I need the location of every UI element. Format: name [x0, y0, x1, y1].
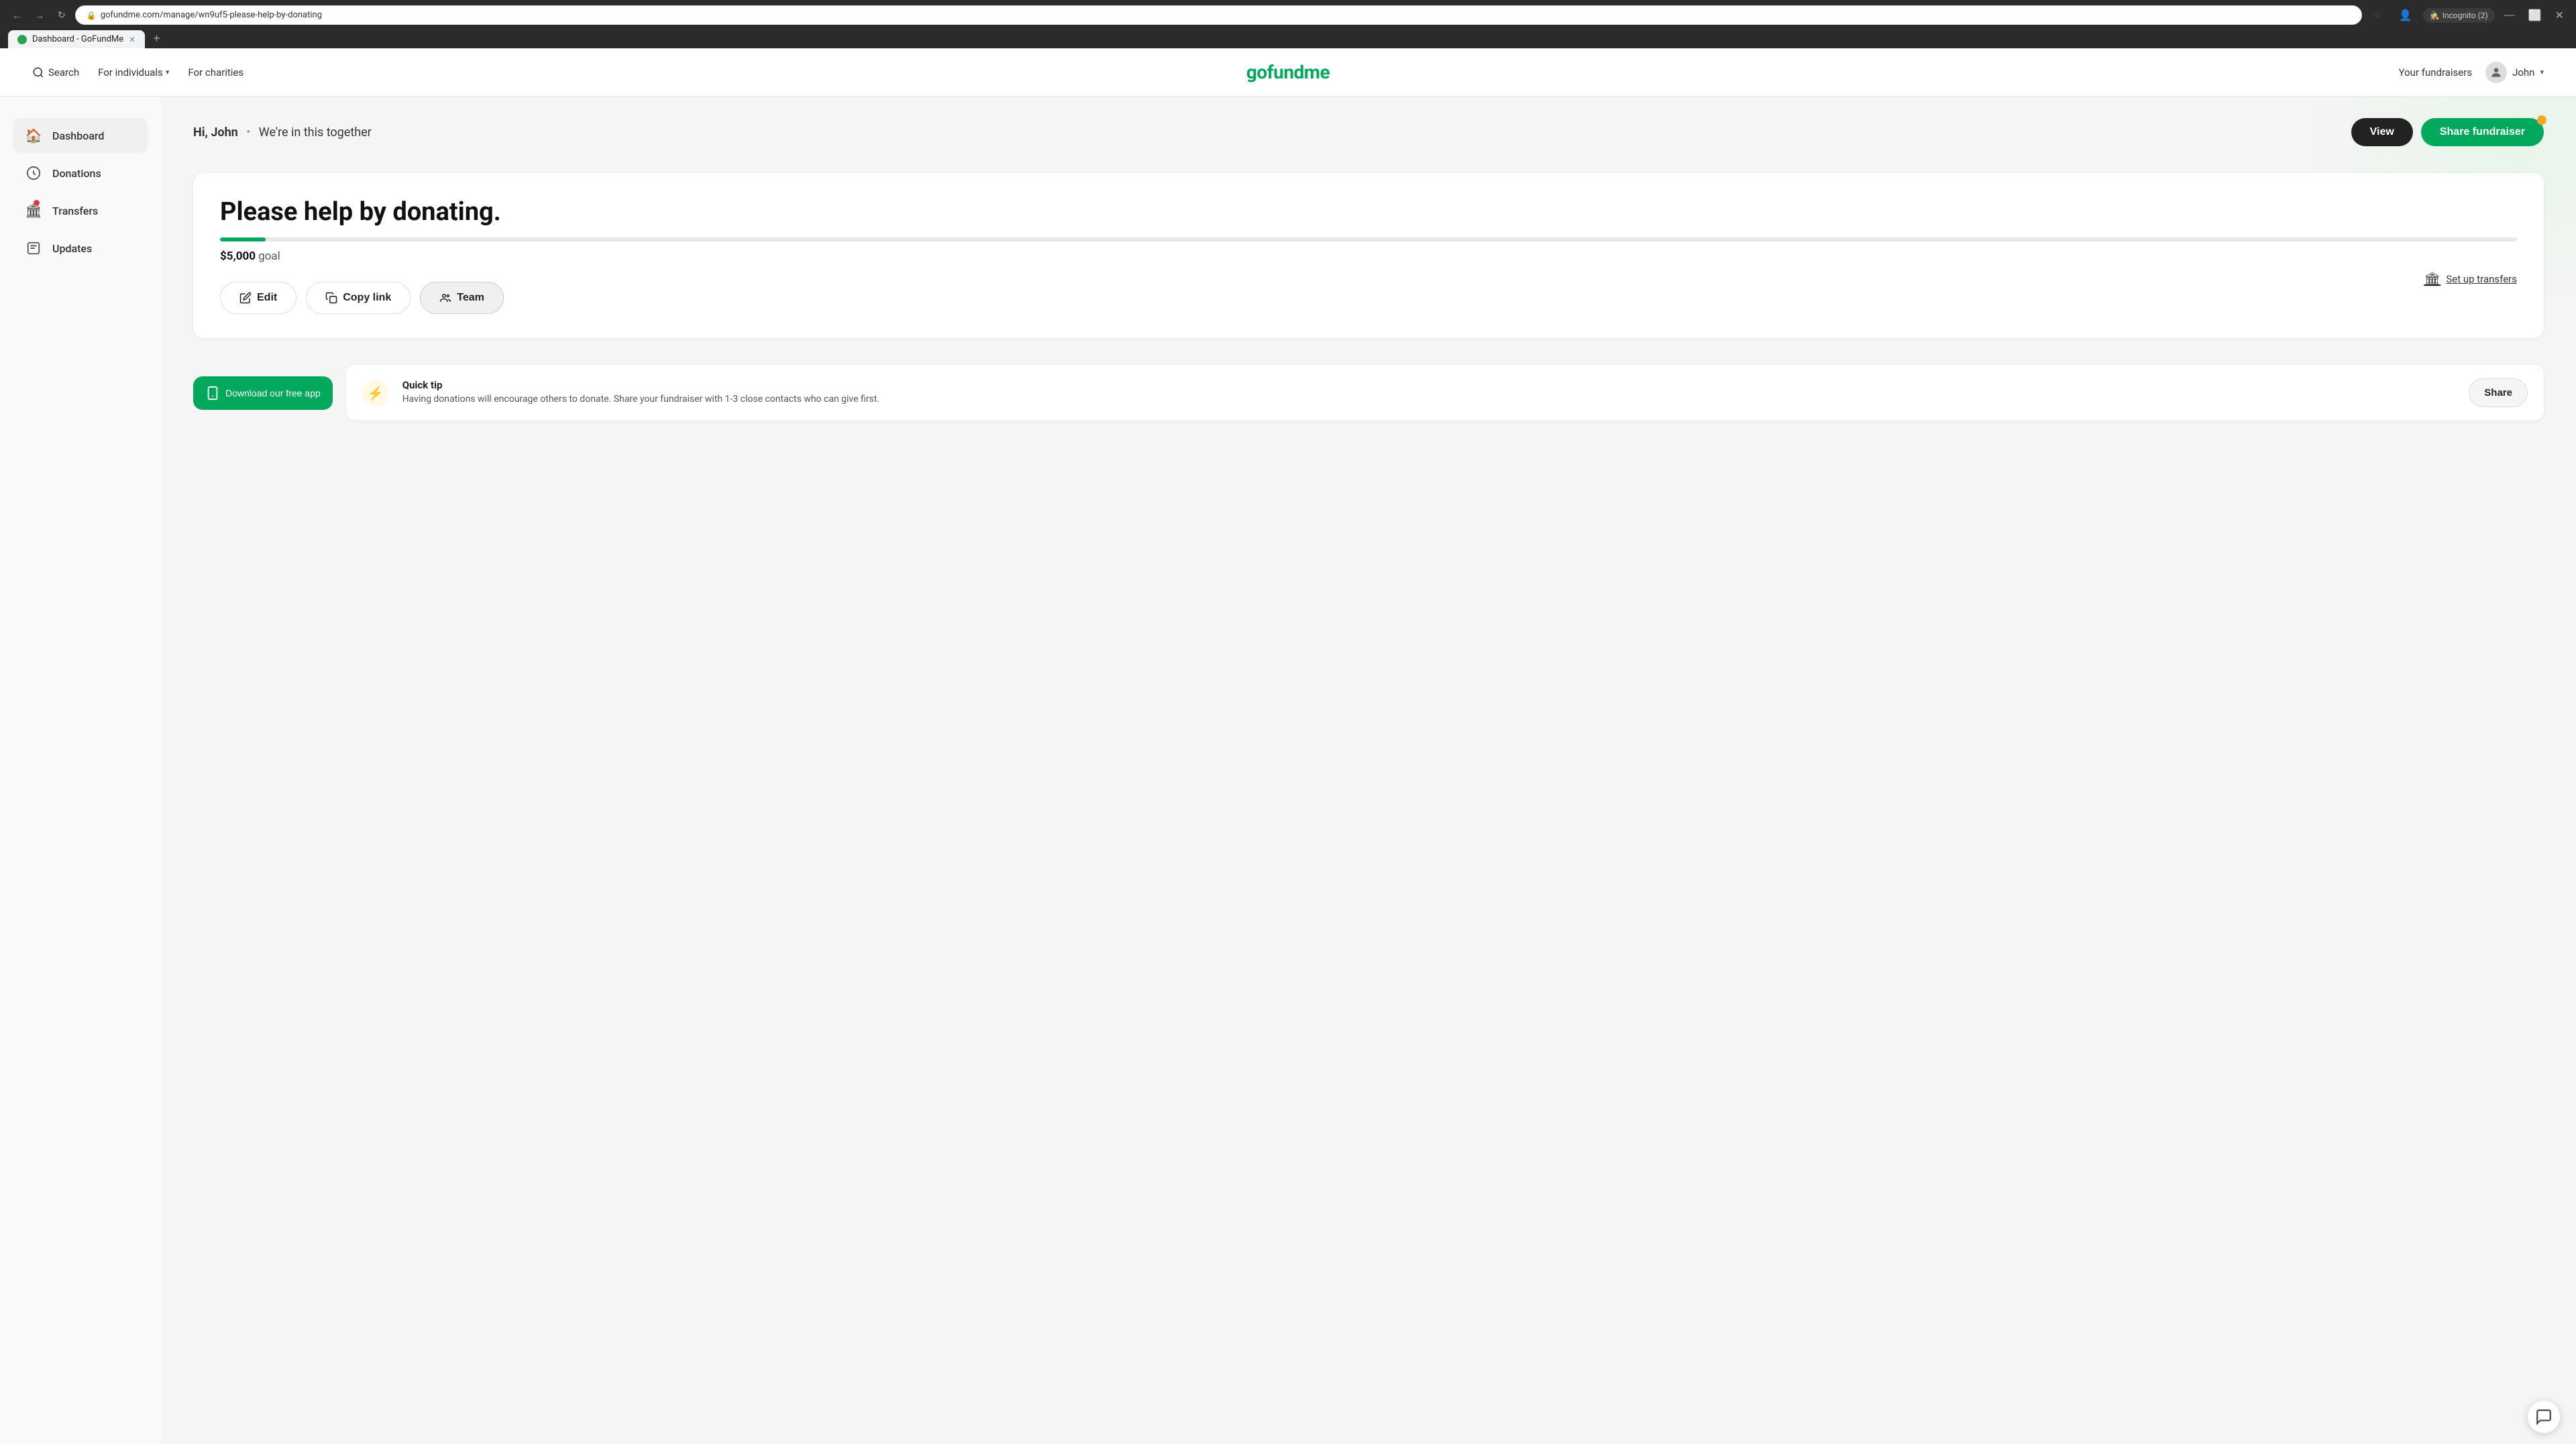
search-label: Search: [48, 66, 79, 78]
user-avatar: [2485, 62, 2507, 83]
goal-amount: $5,000: [220, 250, 256, 263]
quick-tip-text: Having donations will encourage others t…: [402, 392, 2456, 407]
user-menu-chevron-icon: ▾: [2540, 68, 2544, 76]
logo-container: gofundme: [1246, 61, 1330, 83]
sidebar: 🏠 Dashboard Donations 🏛 Transfers Update…: [0, 97, 161, 1444]
tab-favicon: [17, 35, 27, 44]
tip-icon: ⚡: [362, 380, 389, 407]
window-minimize-button[interactable]: —: [2500, 7, 2519, 24]
sidebar-item-updates[interactable]: Updates: [13, 231, 148, 266]
copy-icon: [325, 292, 337, 304]
content-area: Hi, John • We're in this together View S…: [161, 97, 2576, 1444]
incognito-label: Incognito (2): [2443, 11, 2488, 20]
goal-text: $5,000 goal: [220, 250, 2517, 263]
for-charities-label: For charities: [188, 66, 244, 78]
sidebar-item-transfers[interactable]: 🏛 Transfers: [13, 193, 148, 228]
window-close-button[interactable]: ✕: [2551, 6, 2568, 25]
tip-content: Quick tip Having donations will encourag…: [402, 379, 2456, 407]
set-up-transfers-link[interactable]: 🏛 Set up transfers: [2424, 271, 2517, 287]
edit-button[interactable]: Edit: [220, 282, 297, 314]
fundraiser-title: Please help by donating.: [220, 197, 2517, 227]
goal-label: goal: [258, 250, 280, 263]
set-up-transfers-label: Set up transfers: [2446, 273, 2517, 285]
quick-tip-card: ⚡ Quick tip Having donations will encour…: [346, 365, 2544, 421]
user-menu[interactable]: John ▾: [2485, 62, 2544, 83]
team-button[interactable]: Team: [420, 282, 504, 314]
browser-tab-bar: Dashboard - GoFundMe ✕ +: [8, 29, 2568, 48]
phone-icon: [205, 386, 220, 400]
sidebar-donations-label: Donations: [52, 167, 101, 180]
your-fundraisers-label: Your fundraisers: [2399, 66, 2473, 78]
your-fundraisers-link[interactable]: Your fundraisers: [2399, 66, 2473, 78]
url-bar[interactable]: 🔒 gofundme.com/manage/wn9uf5-please-help…: [75, 5, 2363, 25]
bank-icon: 🏛: [2424, 271, 2440, 287]
tab-close-button[interactable]: ✕: [129, 35, 136, 44]
donations-icon: [24, 164, 43, 182]
greeting-name: Hi, John: [193, 125, 238, 140]
download-app-label: Download our free app: [225, 388, 321, 398]
header-left: Search For individuals ▾ For charities: [32, 66, 244, 78]
bookmark-button[interactable]: ☆: [2367, 6, 2387, 25]
edit-label: Edit: [257, 292, 277, 304]
refresh-button[interactable]: ↻: [54, 7, 70, 23]
share-fundraiser-button[interactable]: Share fundraiser: [2421, 118, 2544, 146]
progress-bar-container: [220, 237, 2517, 241]
dashboard-icon: 🏠: [24, 126, 43, 145]
copy-link-button[interactable]: Copy link: [306, 282, 411, 314]
user-name-label: John: [2512, 66, 2534, 78]
back-button[interactable]: ←: [8, 7, 25, 23]
share-notification-dot: [2537, 115, 2546, 125]
view-button[interactable]: View: [2351, 118, 2413, 146]
fundraiser-card: Please help by donating. $5,000 goal Edi…: [193, 173, 2544, 338]
active-tab[interactable]: Dashboard - GoFundMe ✕: [8, 30, 145, 48]
download-app-button[interactable]: Download our free app: [193, 376, 333, 410]
sidebar-item-donations[interactable]: Donations: [13, 156, 148, 191]
tab-title: Dashboard - GoFundMe: [32, 34, 123, 44]
greeting-sub: We're in this together: [259, 125, 372, 140]
search-icon: [32, 66, 44, 78]
transfers-notification-dot: [34, 200, 40, 206]
search-link[interactable]: Search: [32, 66, 79, 78]
logo-text[interactable]: gofundme: [1246, 61, 1330, 83]
page-wrapper: Search For individuals ▾ For charities g…: [0, 48, 2576, 1444]
profile-button[interactable]: 👤: [2394, 6, 2418, 25]
sidebar-dashboard-label: Dashboard: [52, 129, 104, 142]
for-individuals-chevron-icon: ▾: [166, 68, 170, 76]
dashboard-header: Hi, John • We're in this together View S…: [193, 118, 2544, 146]
updates-icon: [24, 239, 43, 258]
for-charities-link[interactable]: For charities: [188, 66, 244, 78]
browser-chrome: ← → ↻ 🔒 gofundme.com/manage/wn9uf5-pleas…: [0, 0, 2576, 48]
sidebar-updates-label: Updates: [52, 242, 92, 255]
share-fundraiser-label: Share fundraiser: [2440, 126, 2525, 138]
main-content: 🏠 Dashboard Donations 🏛 Transfers Update…: [0, 97, 2576, 1444]
chat-icon: [2535, 1408, 2553, 1426]
greeting-text: Hi, John • We're in this together: [193, 125, 372, 140]
share-tip-button[interactable]: Share: [2469, 378, 2528, 407]
browser-controls: ← → ↻ 🔒 gofundme.com/manage/wn9uf5-pleas…: [8, 5, 2568, 25]
bottom-section: Download our free app ⚡ Quick tip Having…: [193, 365, 2544, 421]
sidebar-item-dashboard[interactable]: 🏠 Dashboard: [13, 118, 148, 153]
site-header: Search For individuals ▾ For charities g…: [0, 48, 2576, 97]
header-right: Your fundraisers John ▾: [2399, 62, 2544, 83]
greeting: Hi, John • We're in this together: [193, 125, 372, 140]
fundraiser-actions: Edit Copy link Team: [220, 282, 2517, 314]
header-actions: View Share fundraiser: [2351, 118, 2544, 146]
for-individuals-label: For individuals: [98, 66, 163, 78]
progress-bar-fill: [220, 237, 266, 241]
team-icon: [439, 292, 451, 304]
sidebar-transfers-label: Transfers: [52, 205, 98, 217]
edit-icon: [239, 292, 252, 304]
incognito-icon: 🕵: [2430, 11, 2440, 20]
incognito-badge[interactable]: 🕵 Incognito (2): [2423, 8, 2495, 23]
url-text: gofundme.com/manage/wn9uf5-please-help-b…: [101, 10, 2351, 20]
forward-button[interactable]: →: [31, 7, 48, 23]
chat-bubble-button[interactable]: [2528, 1401, 2560, 1433]
window-maximize-button[interactable]: ⬜: [2524, 6, 2546, 25]
copy-link-label: Copy link: [343, 292, 391, 304]
team-label: Team: [457, 292, 484, 304]
for-individuals-link[interactable]: For individuals ▾: [98, 66, 169, 78]
new-tab-button[interactable]: +: [148, 29, 166, 48]
quick-tip-label: Quick tip: [402, 379, 2456, 391]
